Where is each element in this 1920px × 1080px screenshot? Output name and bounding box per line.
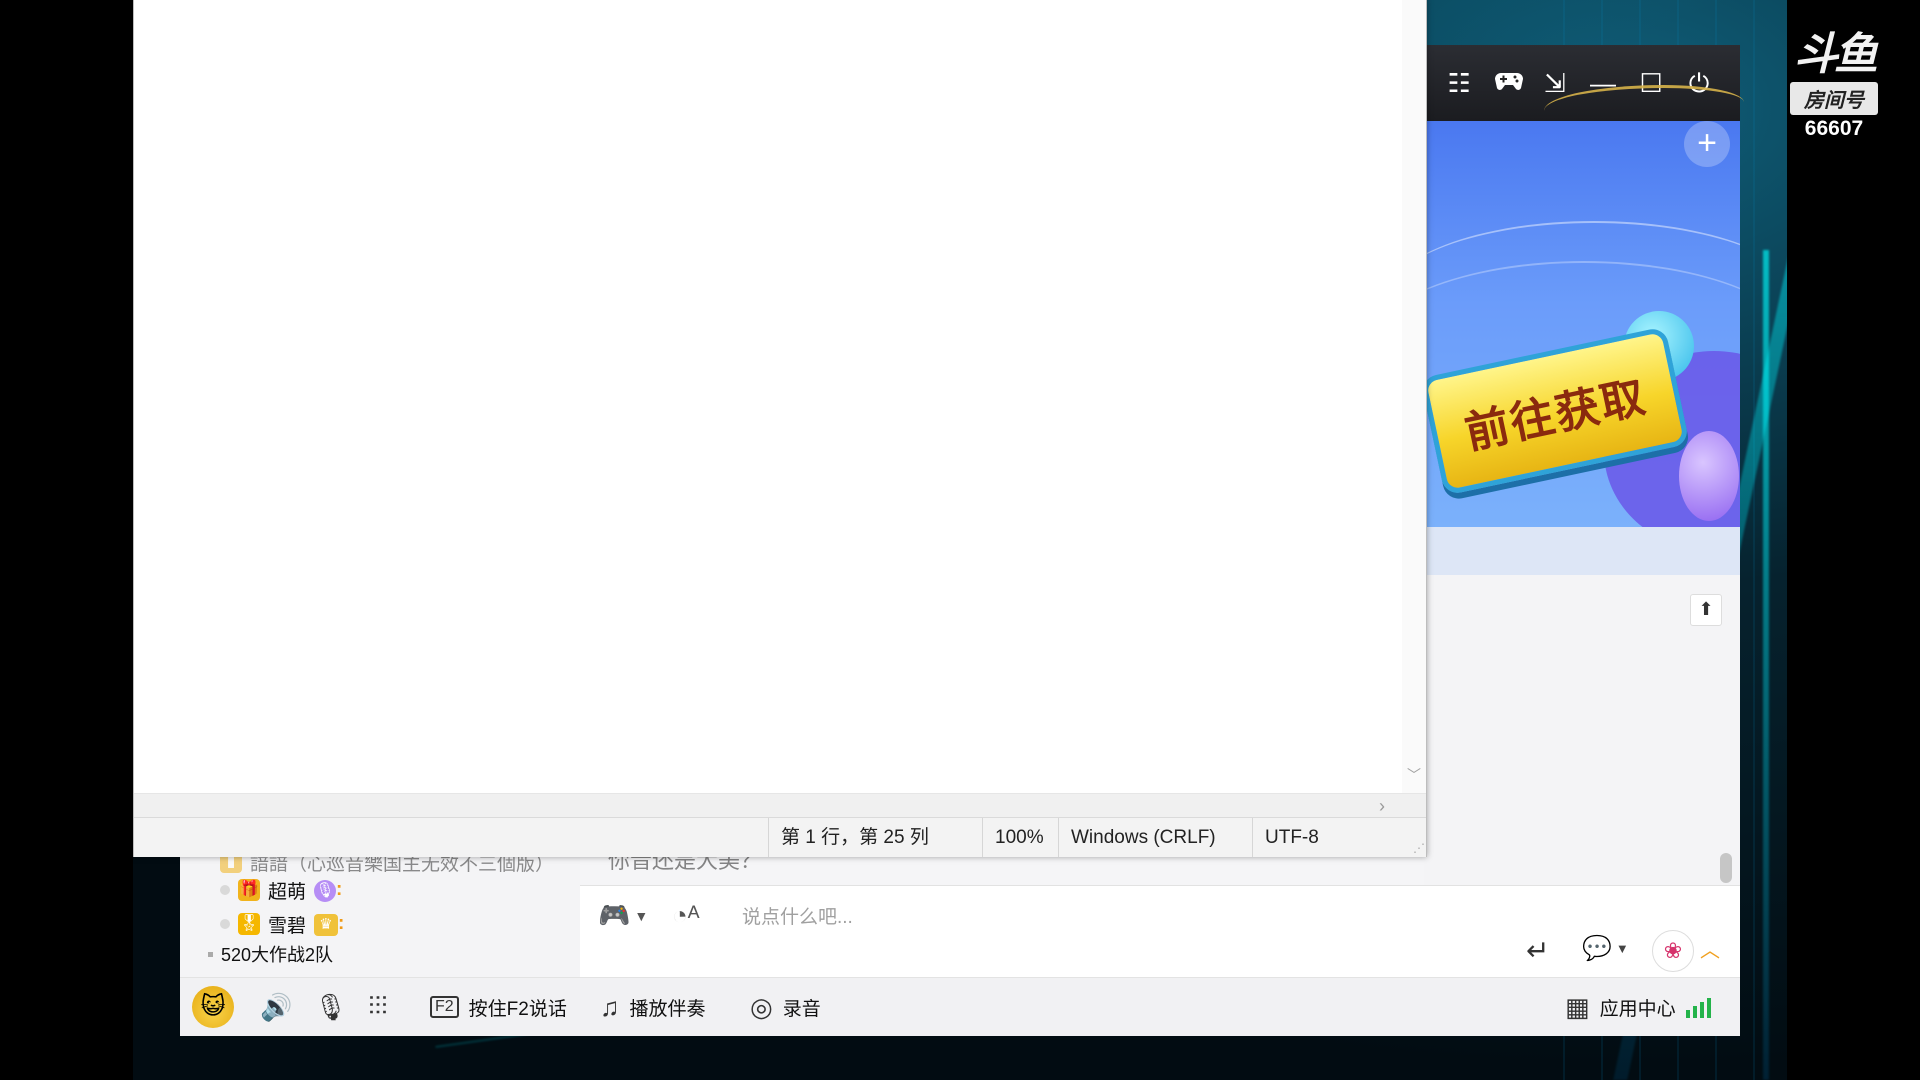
chat-scrollbar[interactable] bbox=[1720, 853, 1732, 883]
list-icon[interactable]: ☷ bbox=[1446, 70, 1472, 96]
scroll-to-top-icon[interactable]: ⬆ bbox=[1690, 594, 1722, 626]
grid-icon: ▦ bbox=[1565, 991, 1590, 1022]
record-icon: ◎ bbox=[750, 991, 773, 1022]
mic-icon: 🎙 bbox=[314, 879, 337, 902]
status-dot bbox=[220, 919, 230, 929]
status-dot bbox=[220, 885, 230, 895]
record-button[interactable]: ◎ 录音 bbox=[750, 978, 821, 1036]
tree-bullet bbox=[208, 951, 213, 957]
neon-light bbox=[1763, 250, 1769, 1080]
horizontal-scrollbar[interactable]: › bbox=[134, 793, 1426, 818]
member-name: 雪碧 bbox=[268, 915, 307, 937]
crown-icon: ♛ bbox=[314, 913, 339, 936]
banner-footer bbox=[1424, 527, 1740, 575]
badge-suffix: : bbox=[338, 912, 345, 934]
douyu-logo: 斗鱼 bbox=[1794, 30, 1878, 79]
download-icon[interactable]: ⇲ bbox=[1542, 70, 1568, 96]
notepad-window: ﹀ › 第 1 行，第 25 列 100% Windows (CRLF) UTF… bbox=[133, 0, 1427, 857]
gamepad-icon: 🎮 bbox=[598, 900, 631, 930]
speech-bubble-icon: 💬 bbox=[1582, 935, 1612, 962]
vertical-scrollbar[interactable]: ﹀ bbox=[1402, 0, 1426, 793]
badge-suffix: : bbox=[336, 878, 343, 900]
banner-decoration bbox=[1679, 431, 1739, 521]
team-name: 520大作战2队 bbox=[221, 945, 334, 965]
translate-icon[interactable]: ◔ᴬ bbox=[672, 900, 700, 931]
gold-crown-badge: ♛: bbox=[314, 913, 344, 936]
speaker-button[interactable]: 🔊 bbox=[260, 978, 292, 1036]
chevron-down-icon: ▼ bbox=[1615, 941, 1629, 956]
send-icon[interactable]: ↵ bbox=[1526, 934, 1549, 967]
channel-tree: ▮ 諳諳（心巡音樂国主无效不三個版） 🎁 超萌 🎙: 🎖 雪碧 ♛: 520大作… bbox=[180, 851, 580, 977]
app-center-button[interactable]: ▦ 应用中心 bbox=[1565, 978, 1711, 1036]
gamepad-icon[interactable] bbox=[1494, 69, 1523, 97]
audio-settings-button[interactable]: ⫶⫶⫶ bbox=[368, 978, 388, 1036]
bottom-toolbar: 😺 🔊 🎙 ⫶⫶⫶ F2 按住F2说话 ♫ 播放伴奏 ◎ 录音 ▦ 应用中心 bbox=[180, 977, 1740, 1036]
status-bar: 第 1 行，第 25 列 100% Windows (CRLF) UTF-8 ⋰ bbox=[134, 817, 1426, 857]
plus-icon[interactable]: + bbox=[1684, 121, 1730, 167]
zoom-level: 100% bbox=[982, 818, 1058, 857]
channel-member[interactable]: 🎁 超萌 🎙: bbox=[220, 875, 342, 905]
channel-member[interactable]: 🎖 雪碧 ♛: bbox=[220, 909, 344, 939]
encoding: UTF-8 bbox=[1252, 818, 1412, 857]
push-to-talk-label: 按住F2说话 bbox=[468, 998, 567, 1020]
channel-team[interactable]: 520大作战2队 bbox=[208, 939, 333, 969]
f2-key-icon: F2 bbox=[430, 996, 459, 1018]
app-titlebar: ☷ ⇲ — ☐ ⏻ bbox=[1424, 45, 1744, 121]
music-note-icon: ♫ bbox=[600, 991, 620, 1022]
douyu-room-badge: 斗鱼 房间号 66607 bbox=[1776, 30, 1892, 141]
game-picker[interactable]: 🎮 ▼ bbox=[598, 900, 648, 931]
play-accompaniment-button[interactable]: ♫ 播放伴奏 bbox=[600, 978, 706, 1036]
chevron-up-icon[interactable]: ︿ bbox=[1700, 934, 1720, 963]
room-label: 房间号 bbox=[1790, 82, 1878, 115]
speaker-icon: 🔊 bbox=[260, 991, 293, 1022]
push-to-talk-button[interactable]: F2 按住F2说话 bbox=[430, 978, 567, 1036]
flower-gift-button[interactable]: ❀ bbox=[1652, 930, 1694, 972]
app-center-label: 应用中心 bbox=[1599, 998, 1676, 1020]
member-name: 超萌 bbox=[268, 881, 307, 903]
bubble-style-picker[interactable]: 💬 ▼ bbox=[1582, 934, 1629, 963]
chevron-down-icon: ▼ bbox=[634, 907, 649, 924]
line-ending: Windows (CRLF) bbox=[1058, 818, 1252, 857]
chevron-right-icon[interactable]: › bbox=[1379, 796, 1385, 817]
accompaniment-label: 播放伴奏 bbox=[629, 998, 706, 1020]
medal-rank-icon: 🎖 bbox=[238, 913, 260, 935]
chat-input[interactable] bbox=[740, 899, 1444, 937]
record-label: 录音 bbox=[782, 998, 821, 1020]
equalizer-icon: ⫶⫶⫶ bbox=[368, 991, 388, 1021]
promo-banner[interactable]: + 前往获取 bbox=[1424, 121, 1740, 527]
resize-grip-icon[interactable]: ⋰ bbox=[1413, 841, 1425, 855]
purple-mic-badge: 🎙: bbox=[314, 879, 342, 902]
notepad-text-area[interactable] bbox=[134, 0, 1402, 793]
room-number: 66607 bbox=[1804, 117, 1864, 140]
microphone-icon: 🎙 bbox=[314, 991, 348, 1022]
cursor-position: 第 1 行，第 25 列 bbox=[768, 818, 982, 857]
chevron-down-icon[interactable]: ﹀ bbox=[1407, 765, 1421, 785]
avatar[interactable]: 😺 bbox=[192, 986, 234, 1028]
gift-rank-icon: 🎁 bbox=[238, 879, 260, 901]
microphone-button[interactable]: 🎙 bbox=[314, 978, 347, 1036]
signal-strength-icon bbox=[1685, 996, 1711, 1018]
